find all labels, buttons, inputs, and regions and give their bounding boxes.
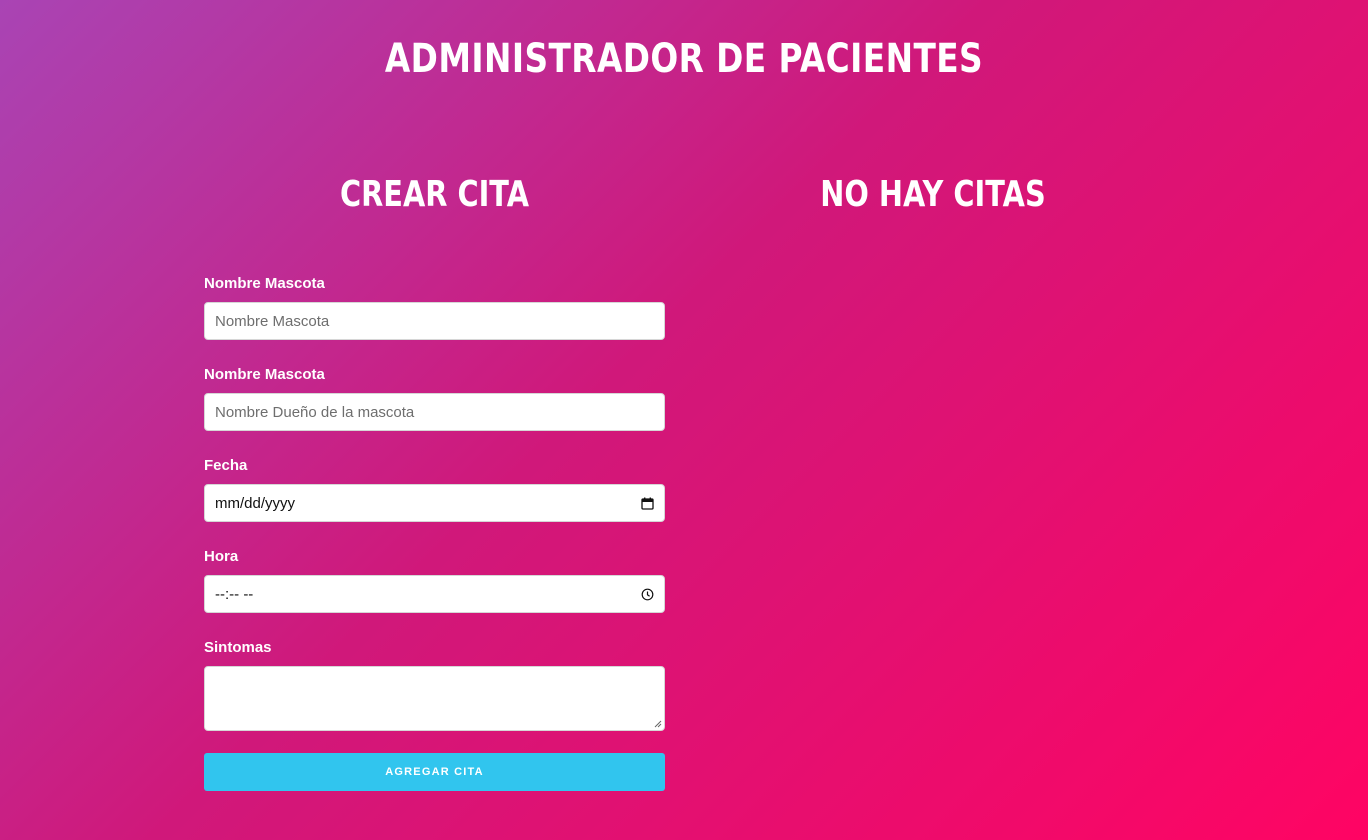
page-title: ADMINISTRADOR DE PACIENTES	[384, 36, 984, 82]
date-label: Fecha	[204, 457, 248, 474]
appointment-form: Nombre Mascota Nombre Mascota Nombre Mas…	[204, 275, 665, 791]
symptoms-field: Sintomas	[204, 639, 665, 731]
form-heading: CREAR CITA	[339, 174, 530, 215]
clock-icon[interactable]	[640, 587, 654, 601]
owner-name-label: Nombre Mascota	[204, 366, 325, 383]
time-field: Hora --:-- --	[204, 548, 665, 613]
pet-name-input[interactable]: Nombre Mascota	[204, 302, 665, 340]
time-value: --:-- --	[215, 585, 254, 603]
owner-name-input[interactable]: Nombre Dueño de la mascota	[204, 393, 665, 431]
pet-name-placeholder: Nombre Mascota	[215, 312, 330, 330]
time-label: Hora	[204, 548, 239, 565]
calendar-icon[interactable]	[640, 496, 654, 510]
owner-name-field: Nombre Mascota Nombre Dueño de la mascot…	[204, 366, 665, 431]
resize-grip-icon[interactable]	[654, 720, 662, 728]
pet-name-label: Nombre Mascota	[204, 275, 325, 292]
date-value: mm/dd/yyyy	[215, 494, 296, 512]
date-field: Fecha mm/dd/yyyy	[204, 457, 665, 522]
symptoms-textarea[interactable]	[204, 666, 665, 731]
owner-name-placeholder: Nombre Dueño de la mascota	[215, 403, 415, 421]
add-appointment-button[interactable]: AGREGAR CITA	[204, 753, 665, 791]
symptoms-label: Sintomas	[204, 639, 272, 656]
time-input[interactable]: --:-- --	[204, 575, 665, 613]
pet-name-field: Nombre Mascota Nombre Mascota	[204, 275, 665, 340]
date-input[interactable]: mm/dd/yyyy	[204, 484, 665, 522]
appointments-heading: NO HAY CITAS	[820, 174, 1046, 215]
